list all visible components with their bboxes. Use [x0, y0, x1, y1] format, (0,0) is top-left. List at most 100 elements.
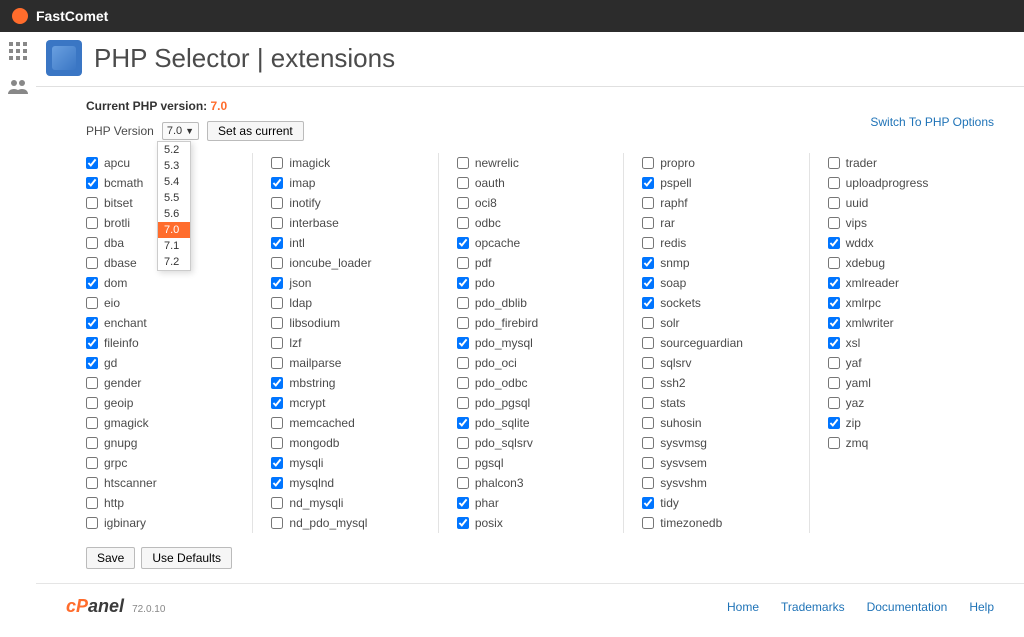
- extension-eio[interactable]: eio: [86, 293, 242, 313]
- extension-checkbox-sqlsrv[interactable]: [642, 357, 654, 369]
- version-option-5-2[interactable]: 5.2: [158, 142, 190, 158]
- extension-sysvmsg[interactable]: sysvmsg: [642, 433, 798, 453]
- extension-checkbox-mcrypt[interactable]: [271, 397, 283, 409]
- extension-checkbox-eio[interactable]: [86, 297, 98, 309]
- extension-geoip[interactable]: geoip: [86, 393, 242, 413]
- extension-checkbox-wddx[interactable]: [828, 237, 840, 249]
- extension-pdo_pgsql[interactable]: pdo_pgsql: [457, 393, 613, 413]
- extension-posix[interactable]: posix: [457, 513, 613, 533]
- extension-yaf[interactable]: yaf: [828, 353, 984, 373]
- extension-checkbox-enchant[interactable]: [86, 317, 98, 329]
- extension-checkbox-lzf[interactable]: [271, 337, 283, 349]
- extension-imap[interactable]: imap: [271, 173, 427, 193]
- extension-checkbox-sysvmsg[interactable]: [642, 437, 654, 449]
- extension-checkbox-soap[interactable]: [642, 277, 654, 289]
- extension-checkbox-sysvsem[interactable]: [642, 457, 654, 469]
- extension-pdo_mysql[interactable]: pdo_mysql: [457, 333, 613, 353]
- extension-tidy[interactable]: tidy: [642, 493, 798, 513]
- extension-gender[interactable]: gender: [86, 373, 242, 393]
- extension-checkbox-memcached[interactable]: [271, 417, 283, 429]
- extension-sqlsrv[interactable]: sqlsrv: [642, 353, 798, 373]
- extension-mongodb[interactable]: mongodb: [271, 433, 427, 453]
- extension-opcache[interactable]: opcache: [457, 233, 613, 253]
- extension-intl[interactable]: intl: [271, 233, 427, 253]
- extension-checkbox-gmagick[interactable]: [86, 417, 98, 429]
- extension-checkbox-tidy[interactable]: [642, 497, 654, 509]
- extension-checkbox-zip[interactable]: [828, 417, 840, 429]
- extension-grpc[interactable]: grpc: [86, 453, 242, 473]
- extension-memcached[interactable]: memcached: [271, 413, 427, 433]
- extension-interbase[interactable]: interbase: [271, 213, 427, 233]
- extension-checkbox-mysqlnd[interactable]: [271, 477, 283, 489]
- extension-pdo_sqlsrv[interactable]: pdo_sqlsrv: [457, 433, 613, 453]
- extension-checkbox-propro[interactable]: [642, 157, 654, 169]
- extension-checkbox-pdo_firebird[interactable]: [457, 317, 469, 329]
- extension-pdo_dblib[interactable]: pdo_dblib: [457, 293, 613, 313]
- extension-yaml[interactable]: yaml: [828, 373, 984, 393]
- extension-pdo[interactable]: pdo: [457, 273, 613, 293]
- extension-libsodium[interactable]: libsodium: [271, 313, 427, 333]
- extension-checkbox-pdo_sqlite[interactable]: [457, 417, 469, 429]
- extension-sourceguardian[interactable]: sourceguardian: [642, 333, 798, 353]
- extension-checkbox-grpc[interactable]: [86, 457, 98, 469]
- extension-uploadprogress[interactable]: uploadprogress: [828, 173, 984, 193]
- extension-checkbox-bitset[interactable]: [86, 197, 98, 209]
- extension-snmp[interactable]: snmp: [642, 253, 798, 273]
- extension-checkbox-interbase[interactable]: [271, 217, 283, 229]
- extension-redis[interactable]: redis: [642, 233, 798, 253]
- extension-nd_mysqli[interactable]: nd_mysqli: [271, 493, 427, 513]
- extension-checkbox-xmlwriter[interactable]: [828, 317, 840, 329]
- extension-checkbox-bcmath[interactable]: [86, 177, 98, 189]
- extension-checkbox-pdo_sqlsrv[interactable]: [457, 437, 469, 449]
- extension-checkbox-htscanner[interactable]: [86, 477, 98, 489]
- footer-link-home[interactable]: Home: [727, 600, 759, 614]
- extension-xdebug[interactable]: xdebug: [828, 253, 984, 273]
- extension-pdf[interactable]: pdf: [457, 253, 613, 273]
- extension-gd[interactable]: gd: [86, 353, 242, 373]
- extension-mcrypt[interactable]: mcrypt: [271, 393, 427, 413]
- extension-checkbox-snmp[interactable]: [642, 257, 654, 269]
- extension-phar[interactable]: phar: [457, 493, 613, 513]
- extension-checkbox-rar[interactable]: [642, 217, 654, 229]
- version-option-7-0[interactable]: 7.0: [158, 222, 190, 238]
- extension-yaz[interactable]: yaz: [828, 393, 984, 413]
- extension-checkbox-zmq[interactable]: [828, 437, 840, 449]
- extension-checkbox-inotify[interactable]: [271, 197, 283, 209]
- extension-checkbox-pgsql[interactable]: [457, 457, 469, 469]
- extension-dom[interactable]: dom: [86, 273, 242, 293]
- extension-htscanner[interactable]: htscanner: [86, 473, 242, 493]
- extension-checkbox-raphf[interactable]: [642, 197, 654, 209]
- extension-newrelic[interactable]: newrelic: [457, 153, 613, 173]
- switch-to-php-options-link[interactable]: Switch To PHP Options: [870, 115, 994, 129]
- extension-checkbox-json[interactable]: [271, 277, 283, 289]
- extension-gmagick[interactable]: gmagick: [86, 413, 242, 433]
- extension-checkbox-ioncube_loader[interactable]: [271, 257, 283, 269]
- extension-rar[interactable]: rar: [642, 213, 798, 233]
- version-option-5-3[interactable]: 5.3: [158, 158, 190, 174]
- extension-sysvsem[interactable]: sysvsem: [642, 453, 798, 473]
- extension-checkbox-sysvshm[interactable]: [642, 477, 654, 489]
- extension-checkbox-dba[interactable]: [86, 237, 98, 249]
- extension-checkbox-dom[interactable]: [86, 277, 98, 289]
- extension-checkbox-yaml[interactable]: [828, 377, 840, 389]
- extension-solr[interactable]: solr: [642, 313, 798, 333]
- extension-checkbox-http[interactable]: [86, 497, 98, 509]
- extension-ldap[interactable]: ldap: [271, 293, 427, 313]
- extension-checkbox-mailparse[interactable]: [271, 357, 283, 369]
- extension-checkbox-pdo_odbc[interactable]: [457, 377, 469, 389]
- extension-timezonedb[interactable]: timezonedb: [642, 513, 798, 533]
- extension-pdo_oci[interactable]: pdo_oci: [457, 353, 613, 373]
- extension-oci8[interactable]: oci8: [457, 193, 613, 213]
- extension-checkbox-sourceguardian[interactable]: [642, 337, 654, 349]
- extension-checkbox-opcache[interactable]: [457, 237, 469, 249]
- extension-checkbox-redis[interactable]: [642, 237, 654, 249]
- extension-checkbox-mysqli[interactable]: [271, 457, 283, 469]
- extension-checkbox-xmlreader[interactable]: [828, 277, 840, 289]
- extension-checkbox-pdf[interactable]: [457, 257, 469, 269]
- extension-json[interactable]: json: [271, 273, 427, 293]
- extension-soap[interactable]: soap: [642, 273, 798, 293]
- extension-checkbox-gnupg[interactable]: [86, 437, 98, 449]
- extension-wddx[interactable]: wddx: [828, 233, 984, 253]
- extension-pgsql[interactable]: pgsql: [457, 453, 613, 473]
- extension-zmq[interactable]: zmq: [828, 433, 984, 453]
